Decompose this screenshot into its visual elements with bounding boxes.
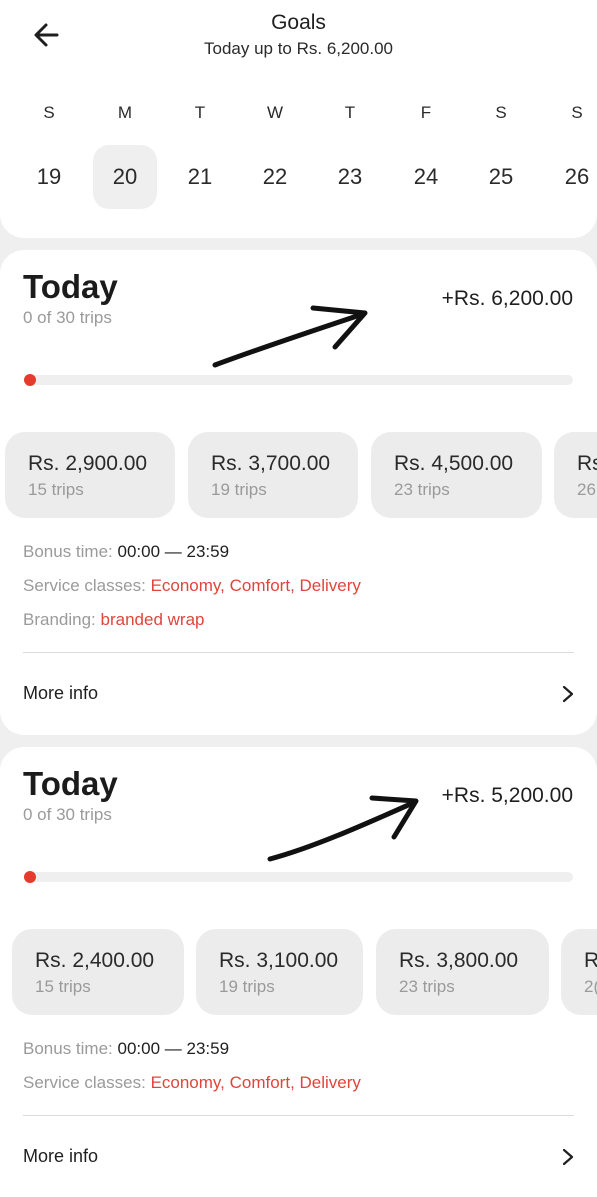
bonus-time-value: 00:00 — 23:59 (117, 1039, 230, 1058)
goal-card: Today 0 of 30 trips +Rs. 5,200.00 Rs. 2,… (0, 747, 597, 1197)
tier-item[interactable]: Rs. 3,800.00 23 trips (376, 929, 549, 1015)
tier-item[interactable]: Rs. 3,700.00 19 trips (188, 432, 358, 518)
service-classes-value: Economy, Comfort, Delivery (150, 1073, 361, 1092)
progress-bar (24, 374, 573, 386)
handdrawn-arrow-annotation (212, 305, 368, 368)
bonus-time-row: Bonus time: 00:00 — 23:59 (23, 1039, 229, 1059)
tier-trips: 26 (577, 480, 596, 499)
tier-trips: 23 trips (394, 480, 450, 499)
date-21[interactable]: 21 (168, 145, 232, 209)
more-info-label: More info (23, 1146, 99, 1166)
trips-progress-text: 0 of 30 trips (23, 308, 112, 327)
goal-card: Today 0 of 30 trips +Rs. 6,200.00 Rs. 2,… (0, 250, 597, 735)
more-info-button[interactable]: More info (0, 1129, 597, 1185)
tier-item[interactable]: Rs 26 (554, 432, 597, 518)
card-title: Today (23, 765, 118, 802)
bonus-time-label: Bonus time: (23, 542, 113, 561)
day-of-week: M (117, 103, 133, 122)
tier-item[interactable]: Rs. 4,500.00 23 trips (371, 432, 542, 518)
tier-amount: Rs. 3,700.00 (211, 452, 331, 475)
bonus-time-label: Bonus time: (23, 1039, 113, 1058)
day-of-week: S (495, 103, 507, 122)
reward-amount: +Rs. 5,200.00 (441, 784, 573, 807)
date-25[interactable]: 25 (469, 145, 533, 209)
tier-list[interactable]: Rs. 2,400.00 15 trips Rs. 3,100.00 19 tr… (0, 929, 597, 1019)
divider (23, 652, 574, 653)
tier-item[interactable]: Rs. 2,900.00 15 trips (5, 432, 175, 518)
tier-amount: Rs. 2,900.00 (28, 452, 148, 475)
day-of-week: T (344, 103, 356, 122)
branding-label: Branding: (23, 610, 96, 629)
more-info-label: More info (23, 683, 99, 703)
service-classes-row: Service classes: Economy, Comfort, Deliv… (23, 1073, 361, 1093)
branding-value: branded wrap (100, 610, 205, 629)
chevron-right-icon (562, 1148, 574, 1166)
tier-amount: Rs. 2,400.00 (35, 949, 155, 972)
progress-indicator (24, 374, 36, 386)
tier-trips: 2( (584, 977, 597, 996)
handdrawn-arrow-annotation (267, 795, 419, 862)
tier-item[interactable]: Rs. 3,100.00 19 trips (196, 929, 363, 1015)
tier-trips: 19 trips (219, 977, 275, 996)
service-classes-label: Service classes: (23, 576, 146, 595)
day-of-week: T (194, 103, 206, 122)
divider (23, 1115, 574, 1116)
chevron-right-icon (562, 685, 574, 703)
bonus-time-value: 00:00 — 23:59 (117, 542, 230, 561)
tier-trips: 23 trips (399, 977, 455, 996)
card-title: Today (23, 268, 118, 305)
tier-trips: 19 trips (211, 480, 267, 499)
goals-header: Goals Today up to Rs. 6,200.00 S 19 M 20… (0, 0, 597, 238)
more-info-button[interactable]: More info (0, 666, 597, 722)
progress-bar (24, 871, 573, 883)
tier-amount: R (584, 949, 597, 972)
branding-row: Branding: branded wrap (23, 610, 204, 630)
week-calendar: S 19 M 20 T 21 W 22 T 23 F 24 S 25 S 26 (0, 0, 597, 238)
date-20-selected[interactable]: 20 (93, 145, 157, 209)
progress-indicator (24, 871, 36, 883)
tier-amount: Rs. 4,500.00 (394, 452, 514, 475)
date-22[interactable]: 22 (243, 145, 307, 209)
trips-progress-text: 0 of 30 trips (23, 805, 112, 824)
tier-trips: 15 trips (35, 977, 91, 996)
day-of-week: F (420, 103, 432, 122)
tier-amount: Rs. 3,100.00 (219, 949, 339, 972)
date-23[interactable]: 23 (318, 145, 382, 209)
date-24[interactable]: 24 (394, 145, 458, 209)
day-of-week: S (43, 103, 55, 122)
tier-amount: Rs (577, 452, 597, 475)
tier-amount: Rs. 3,800.00 (399, 949, 519, 972)
service-classes-value: Economy, Comfort, Delivery (150, 576, 361, 595)
day-of-week: S (571, 103, 583, 122)
date-26[interactable]: 26 (545, 145, 597, 209)
tier-item[interactable]: R 2( (561, 929, 597, 1015)
day-of-week: W (266, 103, 284, 122)
tier-item[interactable]: Rs. 2,400.00 15 trips (12, 929, 184, 1015)
tier-list[interactable]: Rs. 2,900.00 15 trips Rs. 3,700.00 19 tr… (0, 432, 597, 522)
service-classes-label: Service classes: (23, 1073, 146, 1092)
tier-trips: 15 trips (28, 480, 84, 499)
date-19[interactable]: 19 (17, 145, 81, 209)
reward-amount: +Rs. 6,200.00 (441, 287, 573, 310)
bonus-time-row: Bonus time: 00:00 — 23:59 (23, 542, 229, 562)
service-classes-row: Service classes: Economy, Comfort, Deliv… (23, 576, 361, 596)
